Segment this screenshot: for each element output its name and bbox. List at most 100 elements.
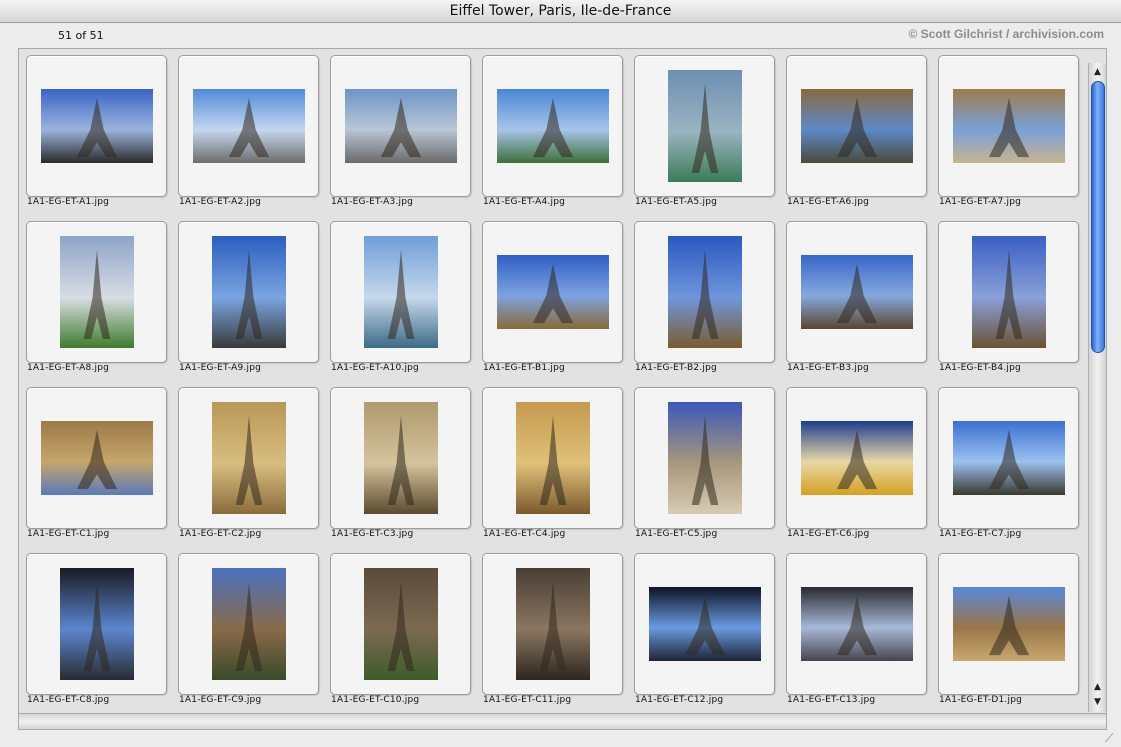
- thumbnail-image[interactable]: [953, 587, 1065, 661]
- thumbnail-cell[interactable]: 1A1-EG-ET-B1.jpg: [476, 216, 628, 382]
- thumbnail-cell[interactable]: 1A1-EG-ET-C13.jpg: [780, 548, 932, 713]
- thumbnail-grid: 1A1-EG-ET-A1.jpg 1A1-EG-ET-A2.jpg 1A1-EG-E…: [18, 48, 1107, 714]
- thumbnail-image[interactable]: [497, 89, 609, 163]
- thumbnail-cell[interactable]: 1A1-EG-ET-C5.jpg: [628, 382, 780, 548]
- thumbnail-frame[interactable]: [482, 221, 623, 363]
- thumbnail-frame[interactable]: [26, 55, 167, 197]
- thumbnail-image[interactable]: [972, 236, 1046, 348]
- thumbnail-frame[interactable]: [938, 553, 1079, 695]
- scroll-down-arrow-icon[interactable]: ▼: [1089, 695, 1106, 709]
- thumbnail-image[interactable]: [649, 587, 761, 661]
- thumbnail-image[interactable]: [953, 421, 1065, 495]
- thumbnail-image[interactable]: [41, 421, 153, 495]
- thumbnail-cell[interactable]: 1A1-EG-ET-A8.jpg: [20, 216, 172, 382]
- thumbnail-frame[interactable]: [938, 221, 1079, 363]
- thumbnail-frame[interactable]: [482, 553, 623, 695]
- thumbnail-cell[interactable]: 1A1-EG-ET-C4.jpg: [476, 382, 628, 548]
- thumbnail-frame[interactable]: [330, 553, 471, 695]
- thumbnail-cell[interactable]: 1A1-EG-ET-A7.jpg: [932, 50, 1084, 216]
- thumbnail-cell[interactable]: 1A1-EG-ET-A5.jpg: [628, 50, 780, 216]
- thumbnail-frame[interactable]: [634, 387, 775, 529]
- thumbnail-cell[interactable]: 1A1-EG-ET-C9.jpg: [172, 548, 324, 713]
- thumbnail-frame[interactable]: [786, 55, 927, 197]
- thumbnail-frame[interactable]: [26, 221, 167, 363]
- thumbnail-frame[interactable]: [786, 553, 927, 695]
- thumbnail-cell[interactable]: 1A1-EG-ET-A3.jpg: [324, 50, 476, 216]
- thumbnail-frame[interactable]: [330, 387, 471, 529]
- thumbnail-cell[interactable]: 1A1-EG-ET-C1.jpg: [20, 382, 172, 548]
- thumbnail-cell[interactable]: 1A1-EG-ET-C11.jpg: [476, 548, 628, 713]
- thumbnail-frame[interactable]: [178, 55, 319, 197]
- thumbnail-cell[interactable]: 1A1-EG-ET-A1.jpg: [20, 50, 172, 216]
- thumbnail-cell[interactable]: 1A1-EG-ET-C7.jpg: [932, 382, 1084, 548]
- thumbnail-image[interactable]: [345, 89, 457, 163]
- vertical-scrollbar[interactable]: ▲ ▲ ▼: [1088, 63, 1106, 712]
- thumbnail-image[interactable]: [364, 236, 438, 348]
- thumbnail-cell[interactable]: 1A1-EG-ET-C10.jpg: [324, 548, 476, 713]
- thumbnail-cell[interactable]: 1A1-EG-ET-A2.jpg: [172, 50, 324, 216]
- thumbnail-image[interactable]: [668, 70, 742, 182]
- resize-grip-icon[interactable]: ⟋: [1105, 731, 1119, 745]
- tower-silhouette-icon: [532, 97, 574, 158]
- thumbnail-cell[interactable]: 1A1-EG-ET-C12.jpg: [628, 548, 780, 713]
- thumbnail-frame[interactable]: [786, 387, 927, 529]
- thumbnail-frame[interactable]: [938, 55, 1079, 197]
- thumbnail-cell[interactable]: 1A1-EG-ET-B4.jpg: [932, 216, 1084, 382]
- thumbnail-frame[interactable]: [634, 221, 775, 363]
- tower-silhouette-icon: [836, 429, 878, 490]
- thumbnail-image[interactable]: [212, 402, 286, 514]
- thumbnail-image[interactable]: [60, 568, 134, 680]
- thumbnail-image[interactable]: [60, 236, 134, 348]
- thumbnail-cell[interactable]: 1A1-EG-ET-B3.jpg: [780, 216, 932, 382]
- tower-silhouette-icon: [76, 97, 118, 158]
- thumbnail-image[interactable]: [212, 568, 286, 680]
- thumbnail-image[interactable]: [801, 587, 913, 661]
- thumbnail-frame[interactable]: [634, 55, 775, 197]
- thumbnail-image[interactable]: [212, 236, 286, 348]
- thumbnail-frame[interactable]: [938, 387, 1079, 529]
- thumbnail-frame[interactable]: [26, 553, 167, 695]
- thumbnail-cell[interactable]: 1A1-EG-ET-A9.jpg: [172, 216, 324, 382]
- thumbnail-cell[interactable]: 1A1-EG-ET-C6.jpg: [780, 382, 932, 548]
- thumbnail-cell[interactable]: 1A1-EG-ET-C8.jpg: [20, 548, 172, 713]
- tower-silhouette-icon: [836, 97, 878, 158]
- tower-silhouette-icon: [228, 97, 270, 158]
- thumbnail-frame[interactable]: [178, 387, 319, 529]
- thumbnail-image[interactable]: [516, 402, 590, 514]
- thumbnail-frame[interactable]: [26, 387, 167, 529]
- thumbnail-image[interactable]: [364, 568, 438, 680]
- thumbnail-frame[interactable]: [178, 221, 319, 363]
- thumbnail-filename: 1A1-EG-ET-C10.jpg: [331, 695, 420, 705]
- horizontal-scrollbar[interactable]: [18, 713, 1107, 730]
- thumbnail-image[interactable]: [668, 236, 742, 348]
- thumbnail-frame[interactable]: [482, 387, 623, 529]
- thumbnail-frame[interactable]: [330, 221, 471, 363]
- thumbnail-cell[interactable]: 1A1-EG-ET-B2.jpg: [628, 216, 780, 382]
- thumbnail-frame[interactable]: [178, 553, 319, 695]
- thumbnail-frame[interactable]: [634, 553, 775, 695]
- thumbnail-cell[interactable]: 1A1-EG-ET-A10.jpg: [324, 216, 476, 382]
- thumbnail-cell[interactable]: 1A1-EG-ET-A4.jpg: [476, 50, 628, 216]
- thumbnail-image[interactable]: [668, 402, 742, 514]
- thumbnail-image[interactable]: [193, 89, 305, 163]
- scrollbar-thumb[interactable]: [1091, 81, 1105, 353]
- thumbnail-frame[interactable]: [786, 221, 927, 363]
- thumbnail-frame[interactable]: [330, 55, 471, 197]
- thumbnail-image[interactable]: [516, 568, 590, 680]
- thumbnail-frame[interactable]: [482, 55, 623, 197]
- thumbnail-cell[interactable]: 1A1-EG-ET-C2.jpg: [172, 382, 324, 548]
- thumbnail-cell[interactable]: 1A1-EG-ET-C3.jpg: [324, 382, 476, 548]
- thumbnail-image[interactable]: [953, 89, 1065, 163]
- thumbnail-cell[interactable]: 1A1-EG-ET-A6.jpg: [780, 50, 932, 216]
- scroll-up-arrow-icon-lower[interactable]: ▲: [1089, 680, 1106, 694]
- thumbnail-filename: 1A1-EG-ET-C9.jpg: [179, 695, 262, 705]
- thumbnail-cell[interactable]: 1A1-EG-ET-D1.jpg: [932, 548, 1084, 713]
- thumbnail-image[interactable]: [364, 402, 438, 514]
- thumbnail-image[interactable]: [497, 255, 609, 329]
- thumbnail-filename: 1A1-EG-ET-A4.jpg: [483, 197, 566, 207]
- thumbnail-image[interactable]: [801, 421, 913, 495]
- thumbnail-image[interactable]: [41, 89, 153, 163]
- thumbnail-image[interactable]: [801, 89, 913, 163]
- scroll-up-arrow-icon[interactable]: ▲: [1089, 65, 1106, 79]
- thumbnail-image[interactable]: [801, 255, 913, 329]
